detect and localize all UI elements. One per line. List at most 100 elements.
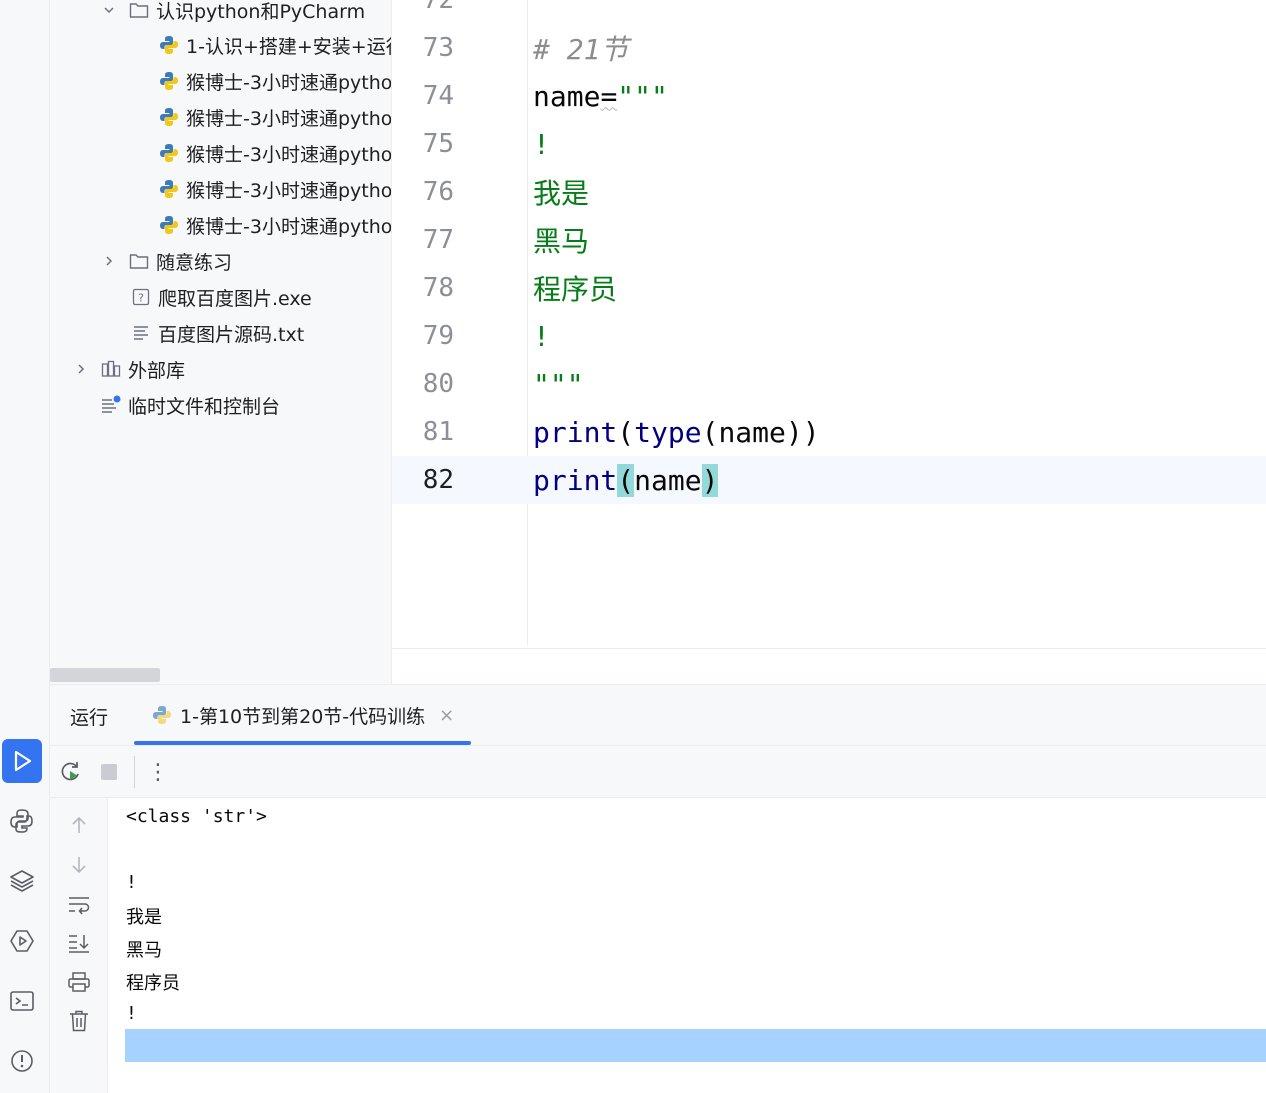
- stop-button[interactable]: [95, 758, 123, 786]
- clear-all-button[interactable]: [66, 1008, 92, 1034]
- python-packages-tool-button[interactable]: [2, 859, 42, 903]
- python-file-icon: [152, 705, 172, 725]
- print-button[interactable]: [66, 969, 92, 995]
- code-text: print(name): [533, 463, 719, 497]
- active-tab-indicator: [134, 741, 471, 745]
- tree-item-python-file[interactable]: 猴博士-3小时速通pytho: [158, 207, 392, 243]
- code-comment: # 21节: [533, 33, 629, 66]
- console-selected-line[interactable]: [125, 1029, 1266, 1062]
- scroll-down-button[interactable]: [66, 852, 92, 878]
- chevron-down-icon[interactable]: [98, 0, 120, 21]
- tree-item-label: 外部库: [128, 359, 186, 382]
- editor-line[interactable]: 73 # 21节: [392, 24, 1266, 72]
- console-line: !: [126, 872, 137, 893]
- editor-line[interactable]: 77 黑马: [392, 216, 1266, 264]
- code-string: !: [533, 127, 550, 161]
- scroll-up-button[interactable]: [66, 812, 92, 838]
- tree-item-python-file[interactable]: 猴博士-3小时速通pytho: [158, 171, 392, 207]
- tree-item-label: 认识python和PyCharm: [156, 0, 366, 23]
- services-icon: [10, 930, 34, 952]
- line-number: 78: [422, 273, 454, 303]
- python-file-icon: [158, 34, 180, 56]
- python-file-icon: [158, 70, 180, 92]
- tree-item-label: 1-认识+搭建+安装+运行: [186, 35, 392, 58]
- editor-line[interactable]: 79 !: [392, 312, 1266, 360]
- console-side-toolbar: [50, 798, 108, 1093]
- python-file-icon: [158, 142, 180, 164]
- code-string: """: [533, 367, 584, 401]
- line-number: 72: [422, 0, 454, 15]
- code-text: print(type(name)): [533, 415, 820, 449]
- editor-line[interactable]: 81 print(type(name)): [392, 408, 1266, 456]
- soft-wrap-icon: [69, 897, 90, 915]
- svg-text:?: ?: [138, 292, 144, 305]
- line-number: 82: [422, 465, 454, 495]
- arrow-down-icon: [72, 857, 86, 874]
- chevron-right-icon[interactable]: [70, 358, 92, 380]
- run-panel-header: 运行 1-第10节到第20节-代码训练 ×: [50, 684, 1266, 746]
- editor-line[interactable]: 76 我是: [392, 168, 1266, 216]
- python-file-icon: [158, 106, 180, 128]
- line-number: 73: [422, 33, 454, 63]
- editor-line-current[interactable]: 82 print(name): [392, 456, 1266, 504]
- unknown-file-icon: ?: [130, 286, 152, 308]
- brace-match: ): [701, 463, 719, 497]
- scratches-icon: [100, 394, 122, 416]
- text-file-icon: [130, 322, 152, 344]
- tree-item-python-file[interactable]: 猴博士-3小时速通pytho: [158, 99, 391, 135]
- scroll-to-end-button[interactable]: [66, 930, 92, 956]
- run-tab-label: 1-第10节到第20节-代码训练: [180, 705, 426, 728]
- run-icon: [14, 750, 32, 772]
- tree-item-label: 随意练习: [156, 251, 233, 274]
- stop-icon: [101, 764, 117, 780]
- terminal-icon: [10, 991, 34, 1011]
- terminal-tool-button[interactable]: [2, 979, 42, 1023]
- console-line: !: [126, 1003, 137, 1024]
- line-number: 76: [422, 177, 454, 207]
- tree-item-label: 猴博士-3小时速通pytho: [186, 179, 392, 202]
- run-tab[interactable]: 1-第10节到第20节-代码训练 ×: [134, 685, 471, 745]
- tree-item-python-file[interactable]: 猴博士-3小时速通pytho: [158, 63, 391, 99]
- horizontal-scrollbar[interactable]: [50, 668, 160, 682]
- tree-item-python-file[interactable]: 1-认识+搭建+安装+运行: [158, 27, 392, 63]
- editor-line[interactable]: 74 name=""": [392, 72, 1266, 120]
- editor-line[interactable]: 80 """: [392, 360, 1266, 408]
- problems-tool-button[interactable]: [2, 1039, 42, 1083]
- brace-match: (: [617, 463, 635, 497]
- folder-icon: [128, 250, 150, 272]
- close-icon[interactable]: ×: [439, 705, 454, 726]
- rerun-icon: [61, 762, 79, 781]
- more-options-button[interactable]: ⋮: [144, 758, 172, 786]
- soft-wrap-button[interactable]: [66, 892, 92, 918]
- tree-item-label: 猴博士-3小时速通pytho: [186, 143, 392, 166]
- editor-line[interactable]: 78 程序员: [392, 264, 1266, 312]
- editor-line[interactable]: 75 !: [392, 120, 1266, 168]
- tree-item-folder-pycharm[interactable]: 认识python和PyCharm: [98, 0, 365, 28]
- tree-item-label: 临时文件和控制台: [128, 395, 281, 418]
- scroll-to-end-icon: [69, 935, 89, 953]
- chevron-right-icon[interactable]: [98, 250, 120, 272]
- tree-item-exe-file[interactable]: ? 爬取百度图片.exe: [130, 279, 312, 315]
- folder-icon: [128, 0, 150, 21]
- rerun-button[interactable]: [56, 758, 84, 786]
- tree-item-txt-file[interactable]: 百度图片源码.txt: [130, 315, 304, 351]
- line-number: 79: [422, 321, 454, 351]
- tree-item-label: 猴博士-3小时速通pytho: [186, 215, 392, 238]
- code-editor[interactable]: 72 73 # 21节 74 name=""" 75 ! 76 我是 77 黑马…: [392, 0, 1266, 648]
- tree-item-folder-practice[interactable]: 随意练习: [98, 243, 232, 279]
- run-tool-button[interactable]: [2, 739, 42, 783]
- tree-item-external-libraries[interactable]: 外部库: [70, 351, 185, 387]
- line-number: 74: [422, 81, 454, 111]
- tree-item-python-file[interactable]: 猴博士-3小时速通pytho: [158, 135, 392, 171]
- problems-icon: [11, 1050, 33, 1072]
- toolbar-separator: [134, 756, 135, 788]
- tool-window-strip: [0, 0, 50, 1093]
- tree-item-scratches[interactable]: 临时文件和控制台: [100, 387, 280, 423]
- python-console-tool-button[interactable]: [2, 799, 42, 843]
- console-line: 我是: [126, 906, 162, 928]
- services-tool-button[interactable]: [2, 919, 42, 963]
- console-output[interactable]: <class 'str'> ! 我是 黑马 程序员 !: [109, 798, 1266, 1093]
- project-tree-panel: 认识python和PyCharm 1-认识+搭建+安装+运行 猴博士-3小时速通…: [50, 0, 392, 684]
- editor-line[interactable]: 72: [392, 0, 1266, 24]
- code-string: 我是: [533, 177, 590, 210]
